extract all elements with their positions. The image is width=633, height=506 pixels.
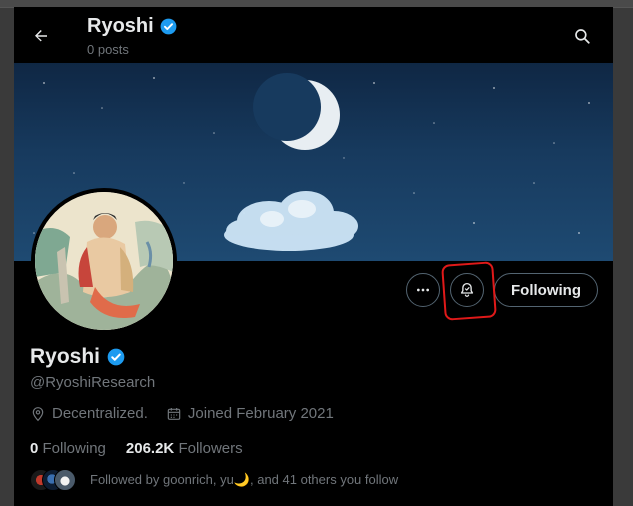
- join-date-text: Joined February 2021: [187, 405, 334, 422]
- following-label: Following: [42, 440, 106, 457]
- avatar[interactable]: [31, 188, 177, 334]
- following-button[interactable]: Following: [494, 273, 598, 307]
- following-link[interactable]: 0 Following: [30, 440, 106, 457]
- follow-stats: 0 Following 206.2K Followers: [30, 440, 243, 457]
- arrow-left-icon: [35, 30, 47, 42]
- profile-handle: @RyoshiResearch: [30, 374, 156, 391]
- header-title: Ryoshi: [87, 15, 178, 38]
- followed-by-text: Followed by goonrich, yu🌙, and 41 others…: [90, 472, 399, 487]
- notifications-button[interactable]: [450, 273, 485, 307]
- profile-header: Ryoshi 0 posts: [14, 7, 613, 63]
- followers-label: Followers: [178, 440, 243, 457]
- back-button[interactable]: [24, 19, 58, 53]
- display-name: Ryoshi: [30, 345, 101, 368]
- more-horizontal-icon: [417, 288, 430, 292]
- profile-actions: Following: [406, 261, 598, 321]
- verified-badge-icon: [160, 18, 177, 35]
- bell-icon: [460, 282, 474, 298]
- search-button[interactable]: [565, 19, 599, 53]
- header-name: Ryoshi: [87, 15, 154, 37]
- search-icon: [575, 29, 590, 44]
- notifications-button-wrap: [441, 261, 497, 321]
- followers-link[interactable]: 206.2K Followers: [126, 440, 243, 457]
- location-text: Decentralized.: [52, 405, 148, 422]
- avatar-artwork: [35, 192, 173, 330]
- follower-avatars: [30, 469, 80, 491]
- followers-count: 206.2K: [125, 440, 175, 457]
- follower-avatar-3: [54, 469, 76, 491]
- location-pin-icon: [32, 406, 44, 421]
- profile-meta: Decentralized. Joined February 2021: [30, 405, 334, 422]
- profile-display-name: Ryoshi: [30, 345, 126, 369]
- more-button[interactable]: [406, 273, 441, 307]
- posts-count: 0 posts: [87, 42, 129, 57]
- following-count: 0: [30, 440, 39, 457]
- location: Decentralized.: [30, 405, 148, 422]
- profile-page: Ryoshi 0 posts Following Ryoshi @RyoshiR…: [14, 7, 613, 506]
- followed-by[interactable]: Followed by goonrich, yu🌙, and 41 others…: [30, 469, 398, 491]
- calendar-icon: [167, 407, 181, 420]
- verified-badge-icon[interactable]: [106, 347, 126, 367]
- join-date: Joined February 2021: [166, 405, 334, 422]
